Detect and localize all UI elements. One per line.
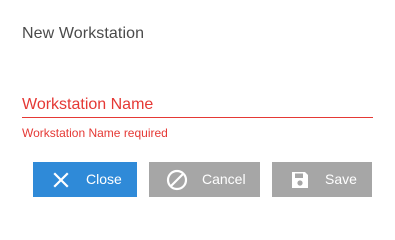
workstation-name-error: Workstation Name required bbox=[22, 126, 168, 140]
cancel-slash-icon bbox=[166, 169, 188, 191]
floppy-disk-icon bbox=[289, 169, 311, 191]
close-button-label: Close bbox=[86, 171, 122, 187]
workstation-name-field: Workstation Name required bbox=[22, 92, 373, 140]
cancel-button[interactable]: Cancel bbox=[149, 162, 260, 197]
close-button[interactable]: Close bbox=[33, 162, 137, 197]
close-x-icon bbox=[50, 169, 72, 191]
save-button[interactable]: Save bbox=[272, 162, 372, 197]
cancel-button-label: Cancel bbox=[202, 171, 246, 187]
save-button-label: Save bbox=[325, 171, 357, 187]
workstation-name-input[interactable] bbox=[22, 92, 373, 118]
dialog-title: New Workstation bbox=[22, 25, 145, 42]
new-workstation-dialog: New Workstation Workstation Name require… bbox=[0, 0, 395, 221]
